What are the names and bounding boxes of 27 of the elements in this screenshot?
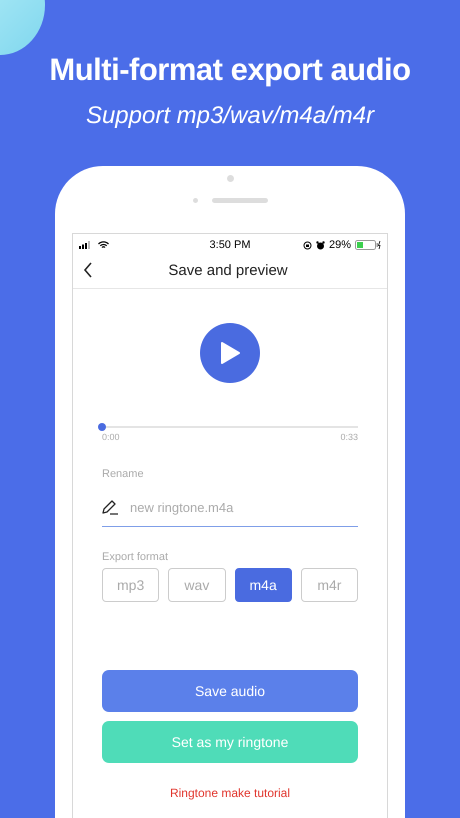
format-option[interactable]: mp3: [102, 568, 160, 602]
signal-icon: [79, 241, 93, 249]
ringtone-button[interactable]: Set as my ringtone: [102, 721, 358, 763]
battery-percent: 29%: [328, 239, 351, 251]
headline: Multi-format export audio: [49, 52, 411, 88]
save-button[interactable]: Save audio: [102, 670, 358, 712]
sensor-dot: [192, 198, 198, 203]
wifi-icon: [98, 241, 109, 249]
tutorial-link[interactable]: Ringtone make tutorial: [170, 786, 290, 800]
elapsed-time: 0:00: [102, 432, 120, 442]
status-time: 3:50 PM: [210, 239, 250, 251]
subtitle: Support mp3/wav/m4a/m4r: [86, 102, 374, 130]
play-icon: [219, 341, 241, 365]
progress-thumb[interactable]: [98, 423, 106, 431]
pencil-icon: [102, 499, 120, 515]
back-icon[interactable]: [83, 262, 93, 278]
rotation-lock-icon: [302, 240, 312, 250]
speaker-slot: [212, 198, 268, 203]
total-time: 0:33: [340, 432, 358, 442]
rename-label: Rename: [102, 468, 145, 480]
battery-icon: [355, 240, 381, 250]
camera-dot: [226, 175, 234, 182]
format-option[interactable]: m4a: [234, 568, 292, 602]
format-option[interactable]: wav: [168, 568, 226, 602]
screen-title: Save and preview: [167, 262, 289, 278]
export-format-label: Export format: [102, 551, 170, 563]
format-option[interactable]: m4r: [300, 568, 358, 602]
